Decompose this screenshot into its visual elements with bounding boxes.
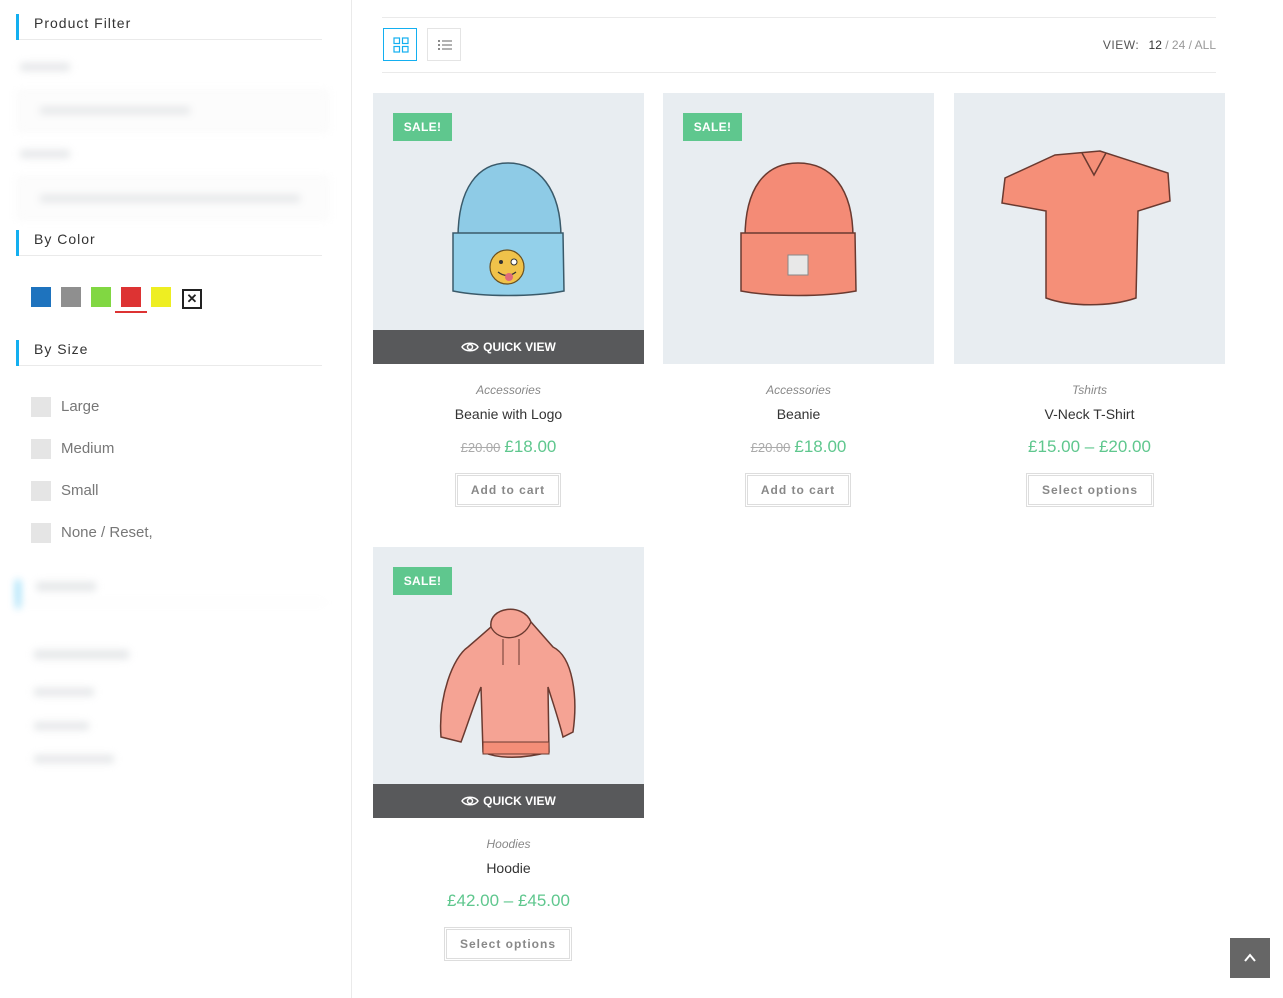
add-to-cart-button[interactable]: Add to cart [455,473,561,507]
selected-swatch-indicator [115,311,147,313]
blurred-filter-fields [10,55,335,225]
product-title[interactable]: Beanie [663,406,934,422]
view-option-24[interactable]: 24 [1172,38,1185,52]
product-category[interactable]: Accessories [373,383,644,397]
product-title[interactable]: V-Neck T-Shirt [954,406,1225,422]
old-price: £20.00 [750,440,791,455]
by-color-title: By Color [16,230,322,256]
sale-badge: SALE! [393,567,452,595]
sale-price: £18.00 [794,437,847,456]
product-image[interactable]: SALE! QUICK VIEW [373,93,644,364]
toolbar-top-divider [382,17,1216,18]
chevron-up-icon [1244,953,1256,962]
sale-badge: SALE! [393,113,452,141]
toolbar-bottom-divider [382,72,1216,73]
by-color-label: By Color [34,231,96,247]
product-filter-title: Product Filter [16,14,322,40]
products-per-page: VIEW: 12 / 24 / ALL [1103,38,1216,52]
view-option-all[interactable]: ALL [1195,38,1216,52]
title-accent-bar [16,340,19,366]
checkbox[interactable] [31,481,51,501]
checkbox[interactable] [31,397,51,417]
swatch-blue[interactable] [31,287,51,307]
sidebar: Product Filter By Color ✕ By Size Large … [0,0,352,998]
by-size-label: By Size [34,341,89,357]
old-price: £20.00 [460,440,501,455]
sale-badge: SALE! [683,113,742,141]
view-option-12[interactable]: 12 [1149,38,1162,52]
product-title[interactable]: Hoodie [373,860,644,876]
product-title[interactable]: Beanie with Logo [373,406,644,422]
blurred-category-widget [10,570,335,780]
product-filter-label: Product Filter [34,15,132,31]
scroll-to-top-button[interactable] [1230,938,1270,978]
select-options-button[interactable]: Select options [1026,473,1154,507]
grid-view-button[interactable] [383,28,417,61]
product-price: £20.00 £18.00 [373,437,644,457]
product-category[interactable]: Accessories [663,383,934,397]
by-size-title: By Size [16,340,322,366]
swatch-yellow[interactable] [151,287,171,307]
swatch-green[interactable] [91,287,111,307]
quick-view-label: QUICK VIEW [483,340,556,354]
add-to-cart-button[interactable]: Add to cart [745,473,851,507]
view-label: VIEW: [1102,38,1140,52]
size-label: Medium [61,440,115,457]
size-label: None / Reset, [61,524,153,541]
select-options-button[interactable]: Select options [444,927,572,961]
product-price: £15.00 – £20.00 [1028,437,1151,456]
quick-view-button[interactable]: QUICK VIEW [373,330,644,364]
orange-tshirt-image [1001,150,1171,306]
size-label: Large [61,398,100,415]
swatch-gray[interactable] [61,287,81,307]
list-icon [438,40,452,50]
product-price: £42.00 – £45.00 [447,891,570,910]
checkbox[interactable] [31,523,51,543]
product-category[interactable]: Hoodies [373,837,644,851]
product-price: £20.00 £18.00 [663,437,934,457]
quick-view-label: QUICK VIEW [483,794,556,808]
separator: / [1165,38,1169,52]
title-accent-bar [16,230,19,256]
grid-icon [393,37,409,53]
separator: / [1188,38,1192,52]
product-image[interactable]: SALE! QUICK VIEW [373,547,644,818]
product-image[interactable] [954,93,1225,364]
product-category[interactable]: Tshirts [954,383,1225,397]
size-label: Small [61,482,99,499]
reset-color-close-icon[interactable]: ✕ [182,289,202,309]
eye-icon [461,342,480,352]
checkbox[interactable] [31,439,51,459]
eye-icon [461,796,480,806]
quick-view-button[interactable]: QUICK VIEW [373,784,644,818]
swatch-red[interactable] [121,287,141,307]
list-view-button[interactable] [427,28,461,61]
title-accent-bar [16,14,19,40]
sale-price: £18.00 [504,437,557,456]
product-image[interactable]: SALE! [663,93,934,364]
